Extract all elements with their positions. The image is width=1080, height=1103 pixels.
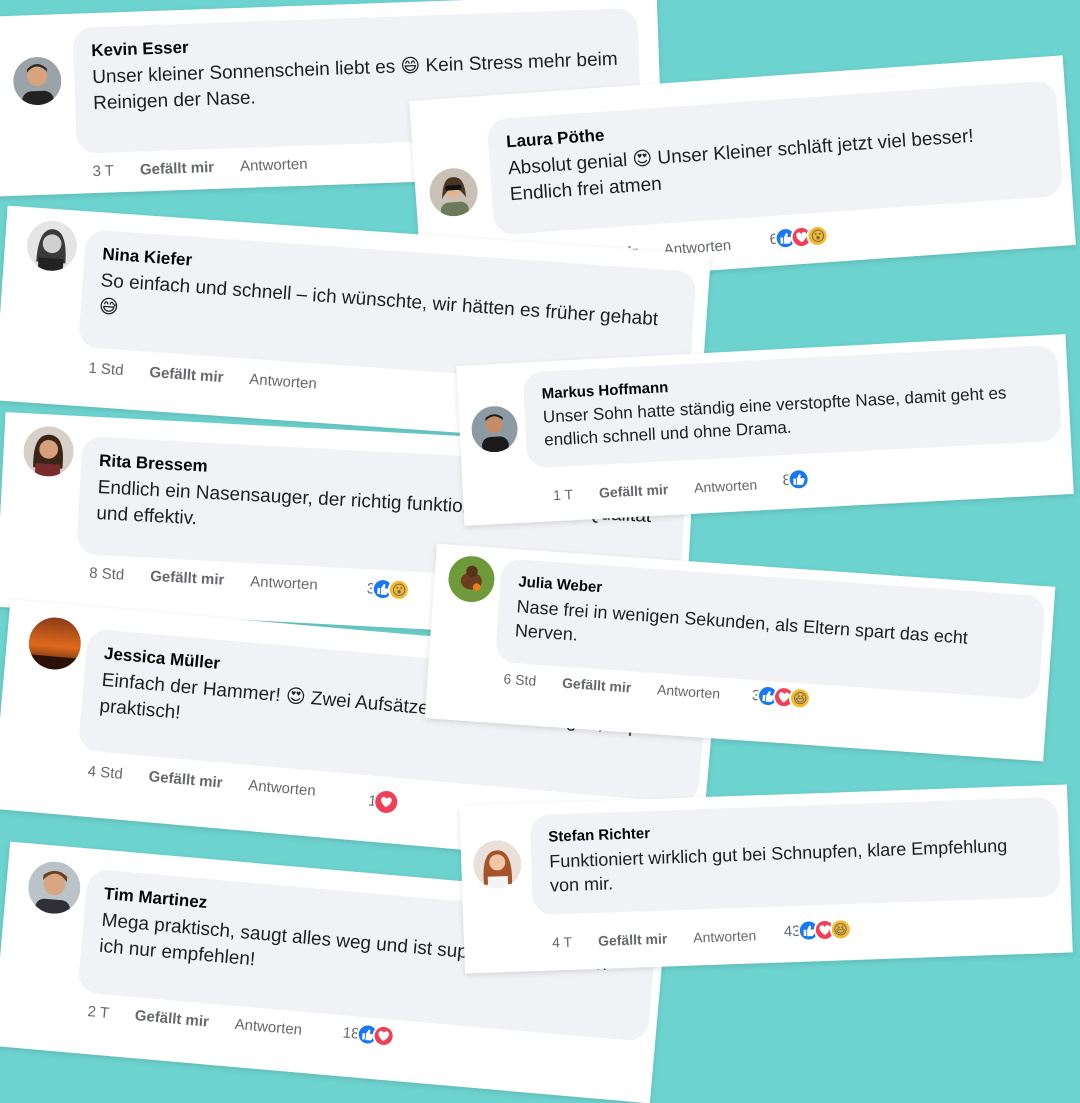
- haha-icon: 😆: [829, 918, 852, 941]
- like-button[interactable]: Gefällt mir: [599, 481, 669, 501]
- timestamp[interactable]: 1 Std: [88, 360, 124, 379]
- avatar[interactable]: [472, 839, 523, 890]
- avatar[interactable]: [26, 615, 84, 672]
- comment-bubble: Laura Pöthe Absolut genial 😍 Unser Klein…: [486, 79, 1064, 236]
- reply-button[interactable]: Antworten: [693, 927, 757, 945]
- comment-card: Stefan Richter Funktioniert wirklich gut…: [459, 784, 1073, 974]
- timestamp[interactable]: 8 Std: [89, 565, 125, 584]
- reaction-summary[interactable]: 18: [342, 1021, 396, 1048]
- reaction-summary[interactable]: 6 😮: [769, 224, 830, 250]
- timestamp[interactable]: 2 T: [87, 1003, 110, 1022]
- comment-card: Markus Hoffmann Unser Sohn hatte ständig…: [456, 334, 1074, 526]
- like-button[interactable]: Gefällt mir: [140, 159, 215, 179]
- reply-button[interactable]: Antworten: [250, 573, 318, 594]
- timestamp[interactable]: 4 T: [552, 934, 573, 951]
- reply-button[interactable]: Antworten: [249, 371, 318, 393]
- avatar[interactable]: [22, 425, 75, 478]
- like-button[interactable]: Gefällt mir: [149, 364, 224, 386]
- avatar[interactable]: [428, 166, 480, 218]
- avatar[interactable]: [470, 404, 519, 454]
- wow-icon: 😮: [387, 578, 411, 602]
- reaction-summary[interactable]: 8: [782, 467, 811, 491]
- like-button[interactable]: Gefällt mir: [598, 930, 668, 948]
- haha-icon: 😆: [788, 686, 813, 711]
- wow-icon: 😮: [806, 224, 830, 248]
- love-icon: [372, 787, 401, 817]
- reply-button[interactable]: Antworten: [234, 1016, 303, 1039]
- timestamp[interactable]: 6 Std: [503, 671, 537, 689]
- avatar[interactable]: [25, 219, 79, 273]
- love-icon: [371, 1023, 396, 1048]
- timestamp[interactable]: 4 Std: [87, 763, 123, 783]
- reaction-summary[interactable]: 3 😮: [366, 577, 411, 602]
- avatar[interactable]: [26, 859, 83, 916]
- reply-button[interactable]: Antworten: [240, 156, 308, 175]
- comment-bubble: Stefan Richter Funktioniert wirklich gut…: [529, 796, 1061, 916]
- like-button[interactable]: Gefällt mir: [150, 568, 225, 589]
- like-button[interactable]: Gefällt mir: [562, 675, 632, 696]
- avatar[interactable]: [446, 554, 497, 604]
- like-icon: [787, 467, 811, 491]
- reaction-summary[interactable]: 3 😆: [751, 684, 813, 711]
- reply-button[interactable]: Antworten: [657, 681, 721, 701]
- timestamp[interactable]: 1 T: [553, 486, 574, 503]
- reply-button[interactable]: Antworten: [248, 777, 317, 800]
- reply-button[interactable]: Antworten: [694, 476, 758, 495]
- timestamp[interactable]: 3 T: [92, 162, 114, 180]
- like-button[interactable]: Gefällt mir: [134, 1007, 209, 1030]
- like-button[interactable]: Gefällt mir: [148, 768, 223, 791]
- avatar[interactable]: [12, 56, 63, 106]
- comment-bubble: Markus Hoffmann Unser Sohn hatte ständig…: [522, 344, 1062, 469]
- reaction-summary[interactable]: 1: [367, 787, 401, 817]
- reaction-summary[interactable]: 43 😆: [783, 918, 852, 942]
